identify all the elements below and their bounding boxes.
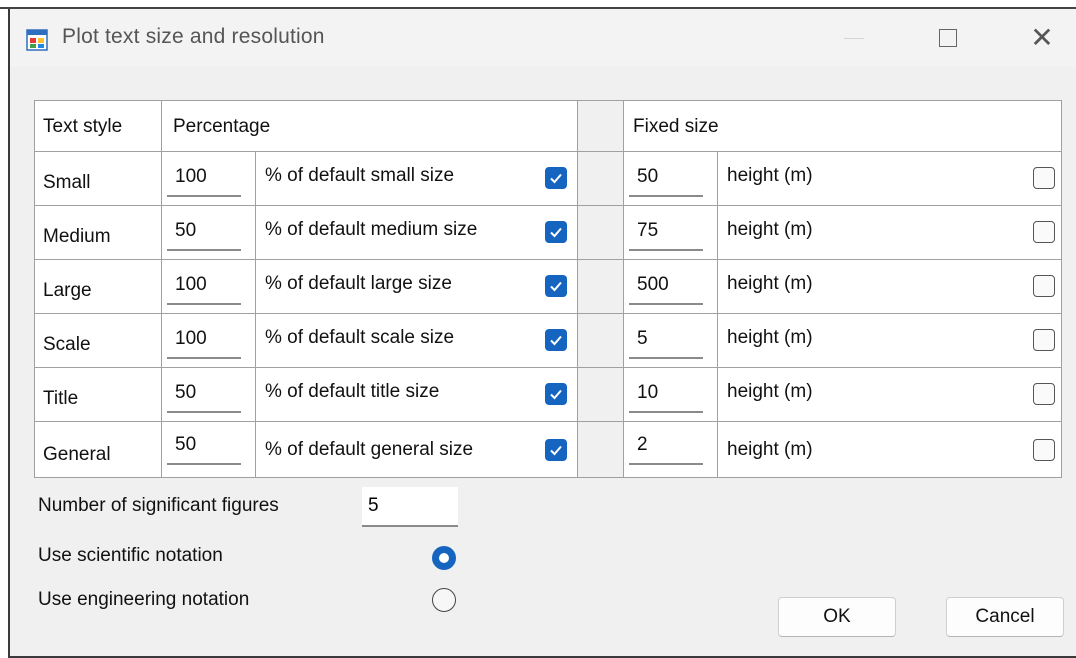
header-text-style: Text style [43, 116, 123, 137]
pct-checkbox-small[interactable] [545, 167, 567, 189]
pct-input-small[interactable]: 100 [167, 159, 241, 197]
fixed-checkbox-medium[interactable] [1033, 221, 1055, 243]
fixed-checkbox-large[interactable] [1033, 275, 1055, 297]
pct-input-scale[interactable]: 100 [167, 321, 241, 359]
pct-input-title[interactable]: 50 [167, 375, 241, 413]
fixed-checkbox-scale[interactable] [1033, 329, 1055, 351]
pct-input-general[interactable]: 50 [167, 427, 241, 465]
pct-input-medium[interactable]: 50 [167, 213, 241, 251]
pct-desc-medium: % of default medium size [265, 219, 478, 240]
spacer-column [577, 151, 623, 477]
style-label-small: Small [43, 172, 91, 193]
fixed-checkbox-title[interactable] [1033, 383, 1055, 405]
pct-desc-general: % of default general size [265, 439, 474, 460]
sig-figs-label: Number of significant figures [38, 495, 279, 516]
fixed-unit-scale: height (m) [727, 327, 813, 348]
title-bar[interactable]: Plot text size and resolution ✕ [10, 9, 1076, 67]
text-size-grid: Text style Percentage Fixed size Small 1… [34, 100, 1062, 478]
checkmark-icon [550, 281, 562, 292]
pct-checkbox-general[interactable] [545, 439, 567, 461]
style-label-medium: Medium [43, 226, 111, 247]
sig-figs-input[interactable]: 5 [362, 487, 458, 527]
checkmark-icon [550, 445, 562, 456]
pct-checkbox-scale[interactable] [545, 329, 567, 351]
fixed-input-scale[interactable]: 5 [629, 321, 703, 359]
pct-desc-large: % of default large size [265, 273, 452, 294]
minimize-button[interactable] [828, 17, 880, 59]
fixed-input-large[interactable]: 500 [629, 267, 703, 305]
checkmark-icon [550, 173, 562, 184]
header-spacer-cell [577, 101, 623, 151]
style-label-scale: Scale [43, 334, 91, 355]
fixed-unit-general: height (m) [727, 439, 813, 460]
window-title: Plot text size and resolution [62, 25, 325, 48]
fixed-checkbox-small[interactable] [1033, 167, 1055, 189]
engineering-notation-radio[interactable] [432, 588, 456, 612]
style-label-general: General [43, 444, 111, 465]
fixed-input-general[interactable]: 2 [629, 427, 703, 465]
header-fixed-size: Fixed size [633, 116, 719, 137]
minimize-icon [844, 37, 864, 39]
fixed-unit-medium: height (m) [727, 219, 813, 240]
style-label-title: Title [43, 388, 79, 409]
pct-checkbox-title[interactable] [545, 383, 567, 405]
fixed-unit-large: height (m) [727, 273, 813, 294]
app-window-icon [26, 29, 48, 51]
pct-desc-small: % of default small size [265, 165, 455, 186]
header-percentage: Percentage [173, 116, 271, 137]
fixed-unit-title: height (m) [727, 381, 813, 402]
engineering-notation-label: Use engineering notation [38, 589, 250, 610]
pct-desc-title: % of default title size [265, 381, 440, 402]
pct-input-large[interactable]: 100 [167, 267, 241, 305]
checkmark-icon [550, 335, 562, 346]
fixed-input-title[interactable]: 10 [629, 375, 703, 413]
scientific-notation-radio[interactable] [432, 546, 456, 570]
maximize-icon [939, 29, 957, 47]
fixed-input-medium[interactable]: 75 [629, 213, 703, 251]
style-label-large: Large [43, 280, 92, 301]
dialog-window: Plot text size and resolution ✕ Text sty… [8, 9, 1076, 658]
ok-button[interactable]: OK [778, 597, 896, 637]
maximize-button[interactable] [922, 17, 974, 59]
close-icon: ✕ [1030, 22, 1054, 53]
scientific-notation-label: Use scientific notation [38, 545, 223, 566]
cancel-button[interactable]: Cancel [946, 597, 1064, 637]
fixed-unit-small: height (m) [727, 165, 813, 186]
close-button[interactable]: ✕ [1016, 17, 1068, 59]
fixed-input-small[interactable]: 50 [629, 159, 703, 197]
pct-checkbox-medium[interactable] [545, 221, 567, 243]
checkmark-icon [550, 227, 562, 238]
fixed-checkbox-general[interactable] [1033, 439, 1055, 461]
pct-desc-scale: % of default scale size [265, 327, 455, 348]
pct-checkbox-large[interactable] [545, 275, 567, 297]
checkmark-icon [550, 389, 562, 400]
